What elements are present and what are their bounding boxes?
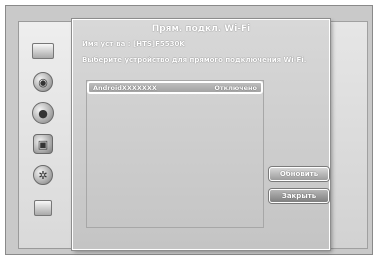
- picture-icon[interactable]: [30, 40, 56, 62]
- wifi-direct-dialog: Прям. подкл. Wi-Fi Имя уст-ва : [HTS]F55…: [72, 19, 330, 250]
- device-row[interactable]: AndroidXXXXXXX Отключено: [87, 81, 263, 94]
- device-name: AndroidXXXXXXX: [93, 83, 157, 92]
- instruction-text: Выберите устройство для прямого подключе…: [82, 56, 307, 64]
- gear-icon[interactable]: ✲: [30, 164, 56, 186]
- dialog-title: Прям. подкл. Wi-Fi: [151, 24, 251, 34]
- box-icon[interactable]: ▣: [30, 133, 56, 155]
- settings-background-panel: [324, 21, 368, 249]
- close-button[interactable]: Закрыть: [269, 189, 329, 203]
- globe-icon[interactable]: ●: [30, 102, 56, 124]
- device-name-label: Имя уст-ва : [HTS]F5530K: [82, 40, 185, 48]
- speaker-icon[interactable]: ◉: [30, 71, 56, 93]
- device-list: AndroidXXXXXXX Отключено: [86, 80, 264, 228]
- refresh-button[interactable]: Обновить: [269, 167, 329, 181]
- help-icon[interactable]: [30, 197, 56, 219]
- device-status: Отключено: [214, 83, 257, 92]
- tv-screen: ◉ ● ▣ ✲ Прям. подкл. Wi-Fi Имя уст-ва : …: [5, 5, 373, 255]
